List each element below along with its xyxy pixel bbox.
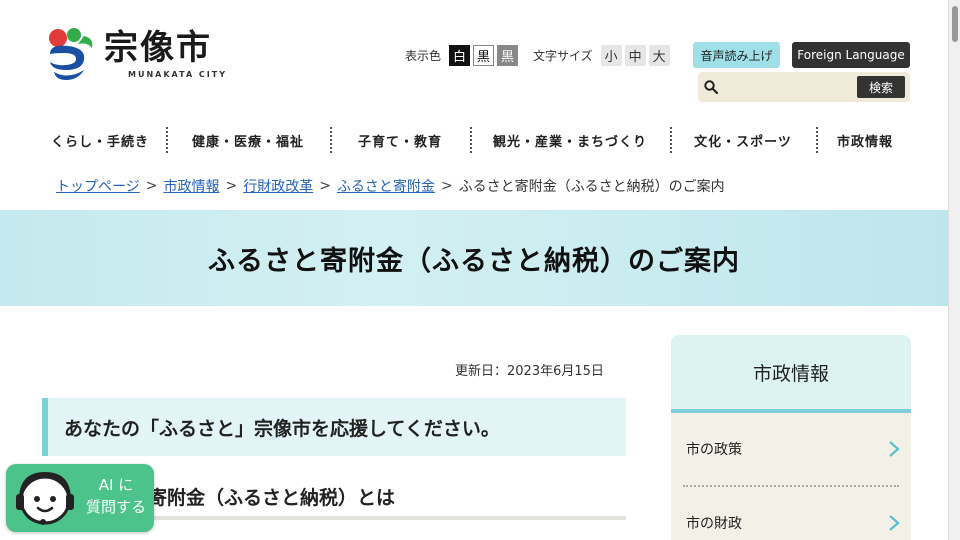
- search-input[interactable]: [724, 77, 850, 97]
- breadcrumb: トップページ > 市政情報 > 行財政改革 > ふるさと寄附金 > ふるさと寄附…: [56, 176, 725, 196]
- font-large-button[interactable]: 大: [648, 44, 670, 66]
- color-white-button[interactable]: 白: [449, 44, 471, 66]
- color-label: 表示色: [405, 48, 442, 63]
- color-black-button[interactable]: 黒: [473, 44, 495, 66]
- ai-chat-button[interactable]: AI に 質問する: [6, 464, 154, 532]
- breadcrumb-link-reform[interactable]: 行財政改革: [243, 176, 313, 196]
- site-header: 宗像市 MUNAKATA CITY 表示色 白 黒 黒 文字サイズ 小 中 大 …: [0, 0, 948, 118]
- site-logo[interactable]: 宗像市 MUNAKATA CITY: [44, 24, 244, 84]
- nav-item-health[interactable]: 健康・医療・福祉: [166, 124, 330, 156]
- foreign-language-button[interactable]: Foreign Language: [792, 42, 910, 68]
- global-nav: くらし・手続き 健康・医療・福祉 子育て・教育 観光・産業・まちづくり 文化・ス…: [34, 124, 914, 156]
- side-nav: 市政情報 市の政策 市の財政: [671, 335, 911, 540]
- breadcrumb-link-top[interactable]: トップページ: [56, 176, 140, 196]
- headset-avatar-icon: [16, 471, 74, 525]
- color-gray-button[interactable]: 黒: [497, 44, 519, 66]
- search-icon: [704, 80, 718, 94]
- voice-reading-button[interactable]: 音声読み上げ: [693, 42, 780, 68]
- scrollbar[interactable]: [948, 0, 960, 540]
- section-heading: あなたの「ふるさと」宗像市を応援してください。: [42, 398, 626, 456]
- breadcrumb-link-city-info[interactable]: 市政情報: [163, 176, 219, 196]
- chevron-right-icon: [889, 515, 900, 531]
- updated-date: 更新日：2023年6月15日: [455, 364, 604, 379]
- breadcrumb-separator: >: [225, 178, 238, 194]
- side-nav-item-finance[interactable]: 市の財政: [671, 487, 911, 540]
- side-nav-item-label: 市の財政: [686, 516, 742, 532]
- font-small-button[interactable]: 小: [600, 44, 622, 66]
- logo-subtitle: MUNAKATA CITY: [128, 70, 228, 79]
- nav-item-culture[interactable]: 文化・スポーツ: [670, 124, 816, 156]
- ai-chat-label: AI に 質問する: [85, 476, 146, 516]
- nav-item-living[interactable]: くらし・手続き: [34, 124, 166, 156]
- nav-item-tourism[interactable]: 観光・産業・まちづくり: [470, 124, 670, 156]
- breadcrumb-separator: >: [440, 178, 453, 194]
- logo-text: 宗像市: [104, 28, 212, 68]
- search-button[interactable]: 検索: [857, 76, 905, 98]
- page-title: ふるさと寄附金（ふるさと納税）のご案内: [208, 245, 740, 277]
- search-box: 検索: [698, 72, 910, 102]
- breadcrumb-separator: >: [145, 178, 158, 194]
- nav-item-education[interactable]: 子育て・教育: [330, 124, 470, 156]
- scrollbar-thumb[interactable]: [952, 6, 958, 42]
- side-nav-heading: 市政情報: [671, 335, 911, 413]
- side-nav-item-label: 市の政策: [686, 442, 742, 458]
- breadcrumb-current: ふるさと寄附金（ふるさと納税）のご案内: [458, 179, 725, 195]
- display-tools: 表示色 白 黒 黒 文字サイズ 小 中 大: [405, 42, 673, 68]
- font-size-label: 文字サイズ: [533, 48, 593, 63]
- title-band: ふるさと寄附金（ふるさと納税）のご案内: [0, 210, 948, 306]
- munakata-logo-icon: [49, 28, 93, 80]
- breadcrumb-separator: >: [319, 178, 331, 194]
- font-medium-button[interactable]: 中: [624, 44, 646, 66]
- side-nav-item-policy[interactable]: 市の政策: [671, 413, 911, 485]
- breadcrumb-link-furusato[interactable]: ふるさと寄附金: [337, 176, 435, 196]
- chevron-right-icon: [889, 441, 900, 457]
- nav-item-city-info[interactable]: 市政情報: [816, 124, 914, 156]
